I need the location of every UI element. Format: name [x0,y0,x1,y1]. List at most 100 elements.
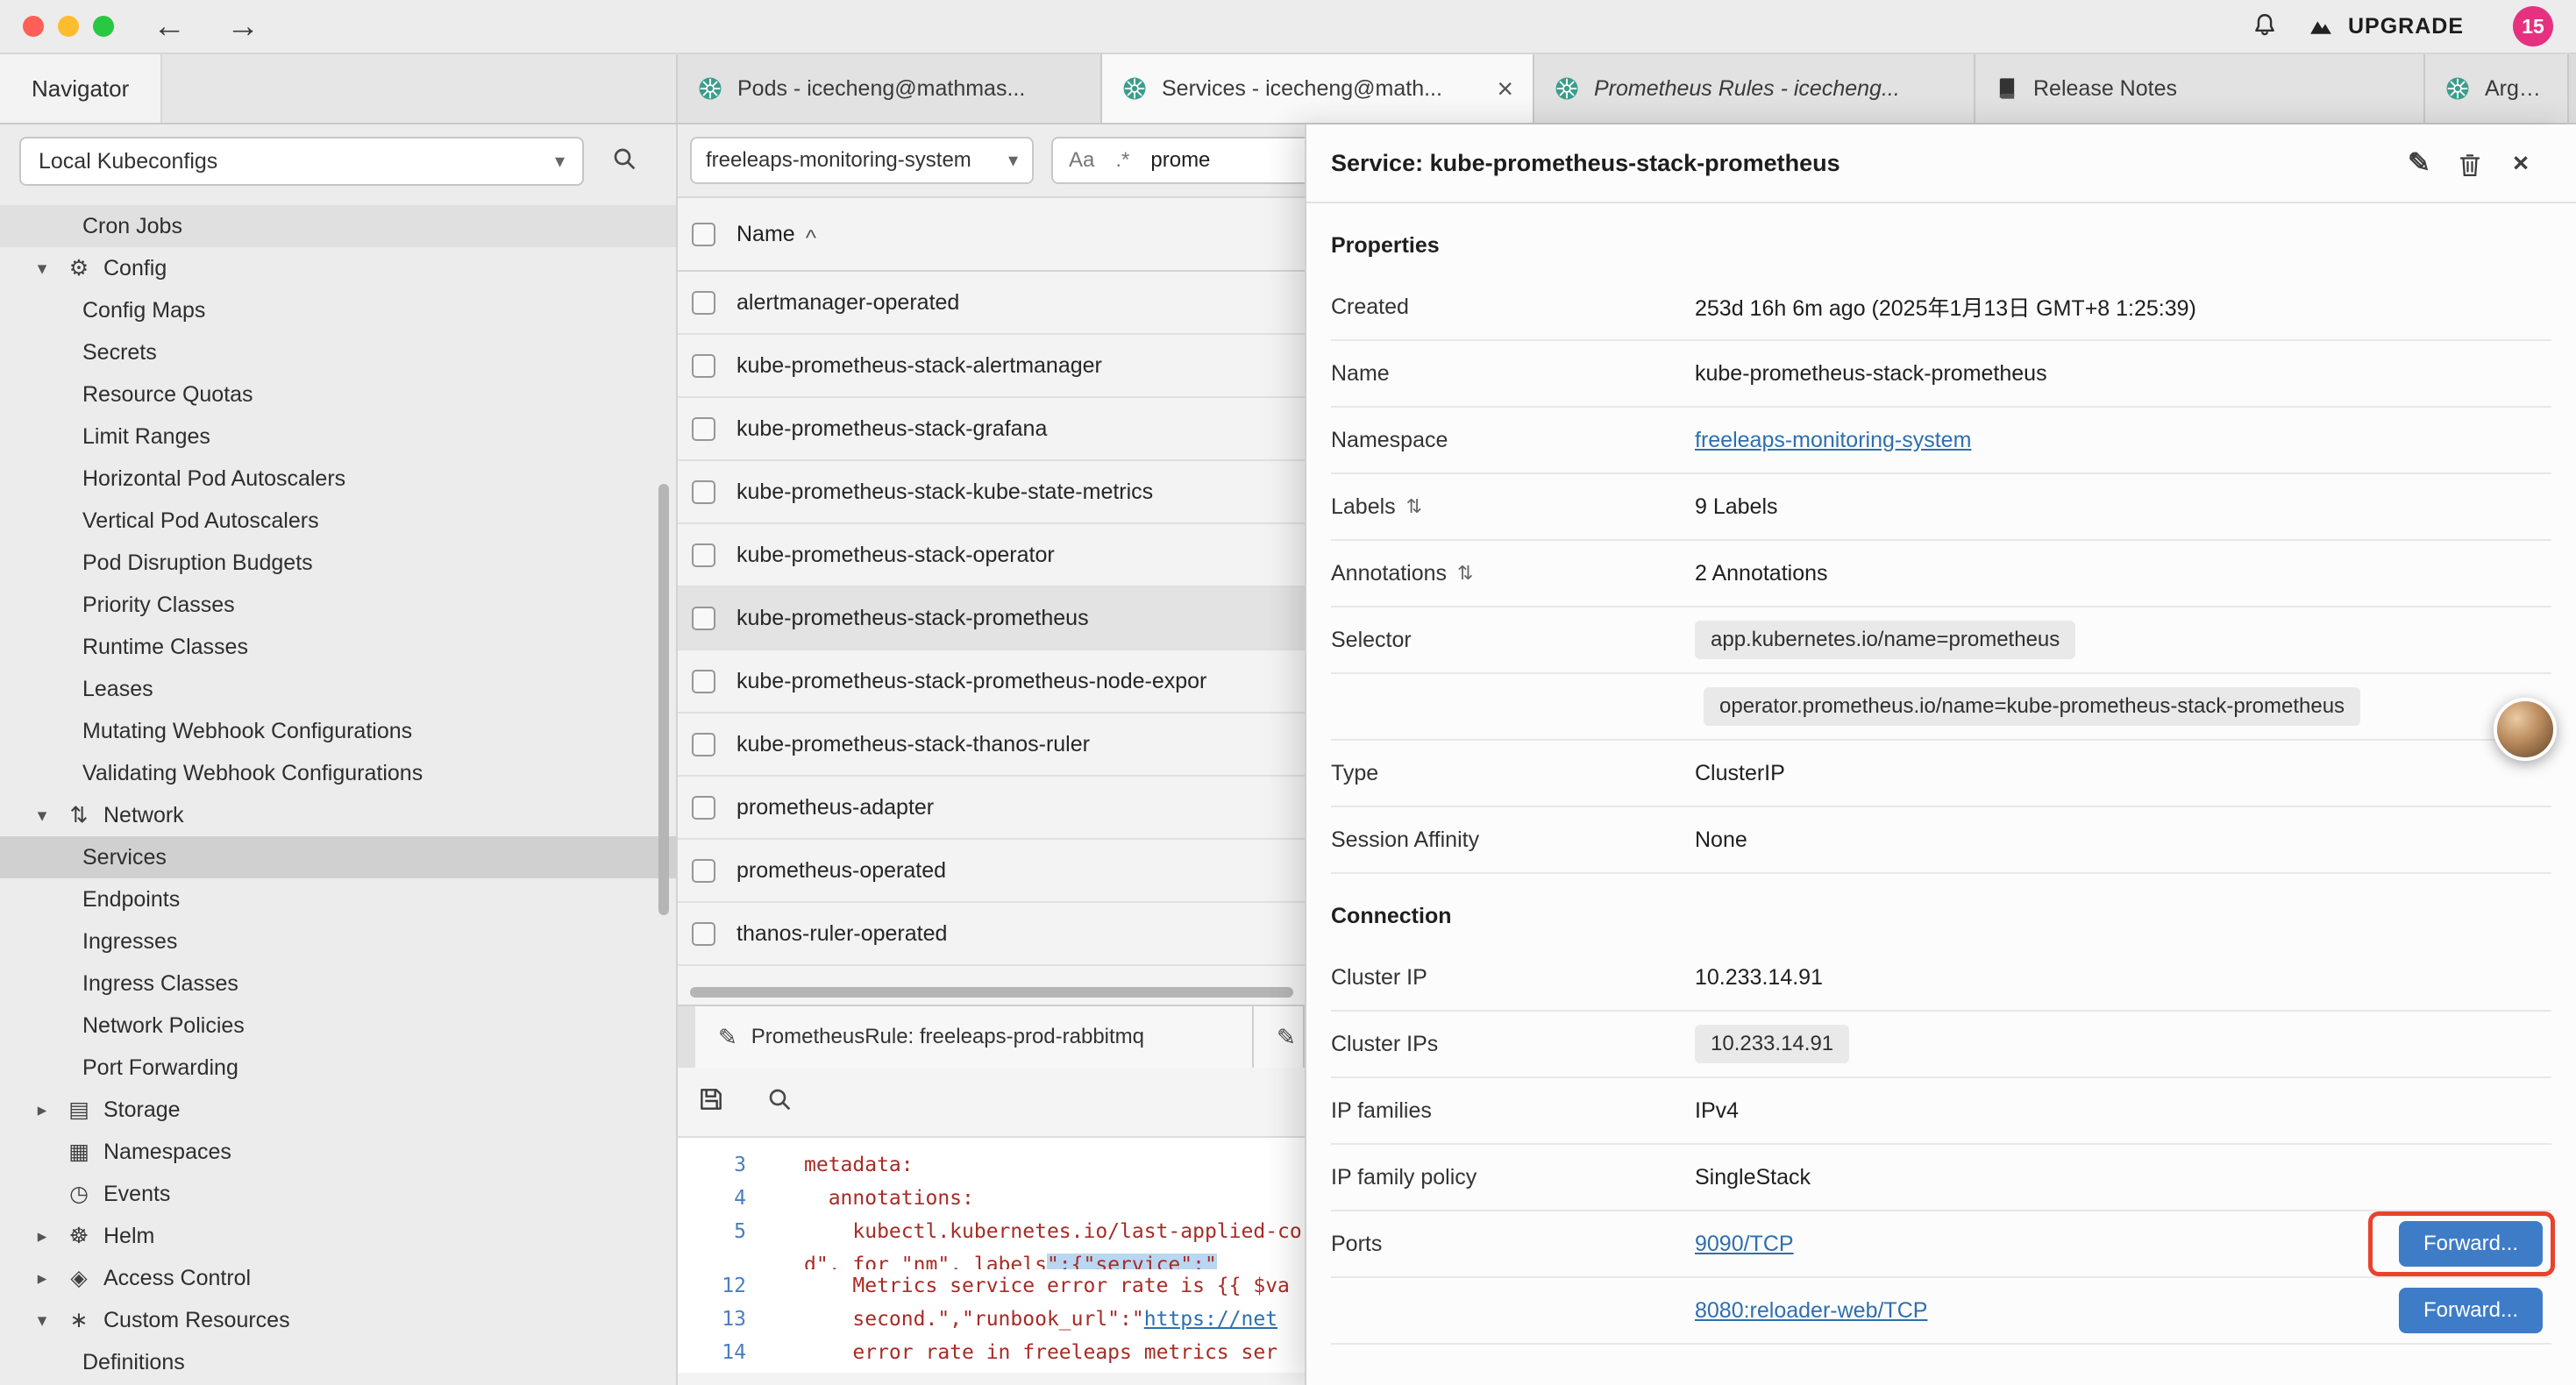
storage-icon: ▤ [65,1097,93,1123]
port-link[interactable]: 8080:reloader-web/TCP [1695,1298,1927,1324]
editor-search-icon[interactable] [765,1085,793,1119]
sidebar-item-horizontal-pod-autoscalers[interactable]: Horizontal Pod Autoscalers [0,458,676,500]
kubeconfig-selector[interactable]: Local Kubeconfigs ▾ [19,137,584,186]
row-checkbox[interactable] [692,417,715,441]
close-window-button[interactable] [23,16,44,37]
match-case-toggle[interactable]: Aa [1069,148,1094,173]
tab-pods-icecheng-mathmas[interactable]: Pods - icecheng@mathmas... [678,54,1102,123]
kubernetes-icon [697,75,723,102]
sidebar-item-leases[interactable]: Leases [0,668,676,710]
upgrade-button[interactable]: UPGRADE [2306,13,2464,39]
sidebar-item-definitions[interactable]: Definitions [0,1341,676,1383]
table-row-thanos-ruler-operated[interactable]: thanos-ruler-operated [678,903,1305,966]
sidebar-item-validating-webhook-configurations[interactable]: Validating Webhook Configurations [0,752,676,794]
forward-button[interactable]: Forward... [2399,1288,2543,1333]
regex-toggle[interactable]: .* [1115,148,1129,173]
row-checkbox[interactable] [692,543,715,567]
sidebar-item-ingress-classes[interactable]: Ingress Classes [0,962,676,1005]
sidebar-item-namespaces[interactable]: ▦Namespaces [0,1131,676,1173]
forward-icon[interactable]: → [226,8,260,46]
property-value: 2 Annotations [1695,561,1828,586]
table-row-alertmanager-operated[interactable]: alertmanager-operated [678,272,1305,335]
sidebar-item-config-maps[interactable]: Config Maps [0,289,676,331]
sidebar-item-helm[interactable]: ▸☸Helm [0,1215,676,1257]
sidebar-item-resource-quotas[interactable]: Resource Quotas [0,373,676,416]
table-row-prometheus-adapter[interactable]: prometheus-adapter [678,777,1305,840]
sidebar-item-config[interactable]: ▾⚙Config [0,247,676,289]
delete-icon[interactable] [2444,147,2495,179]
sidebar-item-secrets[interactable]: Secrets [0,331,676,373]
sidebar-item-network-policies[interactable]: Network Policies [0,1005,676,1047]
row-checkbox[interactable] [692,291,715,315]
table-row-kube-prometheus-stack-prometheus[interactable]: kube-prometheus-stack-prometheus [678,587,1305,650]
row-checkbox[interactable] [692,796,715,820]
expand-icon[interactable]: ⇅ [1406,495,1422,518]
sidebar-item-pod-disruption-budgets[interactable]: Pod Disruption Budgets [0,542,676,584]
search-input[interactable]: Aa .* prome [1051,137,1305,184]
tab-argo-se[interactable]: Argo Se [2425,54,2569,123]
property-row-cluster-ips: Cluster IPs10.233.14.91 [1331,1012,2551,1078]
save-icon[interactable] [697,1085,725,1119]
table-horizontal-scrollbar[interactable] [690,987,1293,998]
tab-prometheus-rules-icecheng[interactable]: Prometheus Rules - icecheng... [1534,54,1975,123]
property-label: Type [1331,761,1695,786]
close-tab-icon[interactable]: × [1486,73,1513,105]
sidebar-item-services[interactable]: Services [0,836,676,878]
sidebar-item-storage[interactable]: ▸▤Storage [0,1089,676,1131]
row-checkbox[interactable] [692,480,715,504]
sidebar-item-ingresses[interactable]: Ingresses [0,920,676,962]
close-icon[interactable]: × [2495,147,2546,179]
row-checkbox[interactable] [692,733,715,756]
notifications-bell-icon[interactable] [2250,11,2280,41]
sidebar-item-endpoints[interactable]: Endpoints [0,878,676,920]
select-all-checkbox[interactable] [692,223,715,246]
port-link[interactable]: 9090/TCP [1695,1232,1794,1257]
column-header-name[interactable]: Name ^ [737,221,816,248]
table-row-kube-prometheus-stack-prometheus-node-expor[interactable]: kube-prometheus-stack-prometheus-node-ex… [678,650,1305,714]
sidebar-search-icon[interactable] [603,140,645,182]
edit-icon[interactable]: ✎ [2394,147,2444,179]
table-row-kube-prometheus-stack-thanos-ruler[interactable]: kube-prometheus-stack-thanos-ruler [678,714,1305,777]
sidebar-item-mutating-webhook-configurations[interactable]: Mutating Webhook Configurations [0,710,676,752]
sidebar-item-custom-resources[interactable]: ▾∗Custom Resources [0,1299,676,1341]
zoom-window-button[interactable] [93,16,114,37]
notification-count-badge[interactable]: 15 [2513,6,2553,46]
sidebar-item-vertical-pod-autoscalers[interactable]: Vertical Pod Autoscalers [0,500,676,542]
tab-release-notes[interactable]: Release Notes [1975,54,2425,123]
dock-tab-prometheusrule[interactable]: ✎ PrometheusRule: freeleaps-prod-rabbitm… [695,1006,1254,1068]
table-row-kube-prometheus-stack-grafana[interactable]: kube-prometheus-stack-grafana [678,398,1305,461]
namespace-link[interactable]: freeleaps-monitoring-system [1695,428,1971,453]
row-checkbox[interactable] [692,607,715,630]
property-row-ports: Ports9090/TCPForward... [1331,1211,2551,1278]
namespace-filter-select[interactable]: freeleaps-monitoring-system ▾ [690,137,1034,184]
row-checkbox[interactable] [692,670,715,693]
table-row-kube-prometheus-stack-operator[interactable]: kube-prometheus-stack-operator [678,524,1305,587]
expand-icon[interactable]: ⇅ [1457,562,1473,585]
dock-tab-partial[interactable]: ✎ [1254,1006,1305,1068]
minimize-window-button[interactable] [58,16,79,37]
kubeconfig-selector-value: Local Kubeconfigs [39,149,217,174]
table-row-prometheus-operated[interactable]: prometheus-operated [678,840,1305,903]
sidebar-item-runtime-classes[interactable]: Runtime Classes [0,626,676,668]
sidebar-item-cron-jobs[interactable]: Cron Jobs [0,205,676,247]
row-checkbox[interactable] [692,922,715,946]
user-avatar[interactable] [2494,698,2557,761]
editor-line: 14 error rate in freeleaps metrics ser [678,1336,1305,1369]
back-icon[interactable]: ← [153,8,186,46]
sidebar-item-events[interactable]: ◷Events [0,1173,676,1215]
sidebar-item-priority-classes[interactable]: Priority Classes [0,584,676,626]
forward-button[interactable]: Forward... [2399,1221,2543,1267]
sidebar-item-port-forwarding[interactable]: Port Forwarding [0,1047,676,1089]
yaml-editor[interactable]: 3metadata:4 annotations:5 kubectl.kubern… [678,1138,1305,1373]
dock-tab-label: PrometheusRule: freeleaps-prod-rabbitmq [751,1025,1144,1049]
code-text: second.","runbook_url":"https://net [804,1303,1277,1336]
table-row-kube-prometheus-stack-kube-state-metrics[interactable]: kube-prometheus-stack-kube-state-metrics [678,461,1305,524]
sidebar-item-network[interactable]: ▾⇅Network [0,794,676,836]
table-row-kube-prometheus-stack-alertmanager[interactable]: kube-prometheus-stack-alertmanager [678,335,1305,398]
tab-services-icecheng-math[interactable]: Services - icecheng@math...× [1102,54,1534,123]
sidebar-scrollbar[interactable] [658,484,669,915]
row-checkbox[interactable] [692,859,715,883]
row-checkbox[interactable] [692,354,715,378]
sidebar-item-limit-ranges[interactable]: Limit Ranges [0,416,676,458]
sidebar-item-access-control[interactable]: ▸◈Access Control [0,1257,676,1299]
